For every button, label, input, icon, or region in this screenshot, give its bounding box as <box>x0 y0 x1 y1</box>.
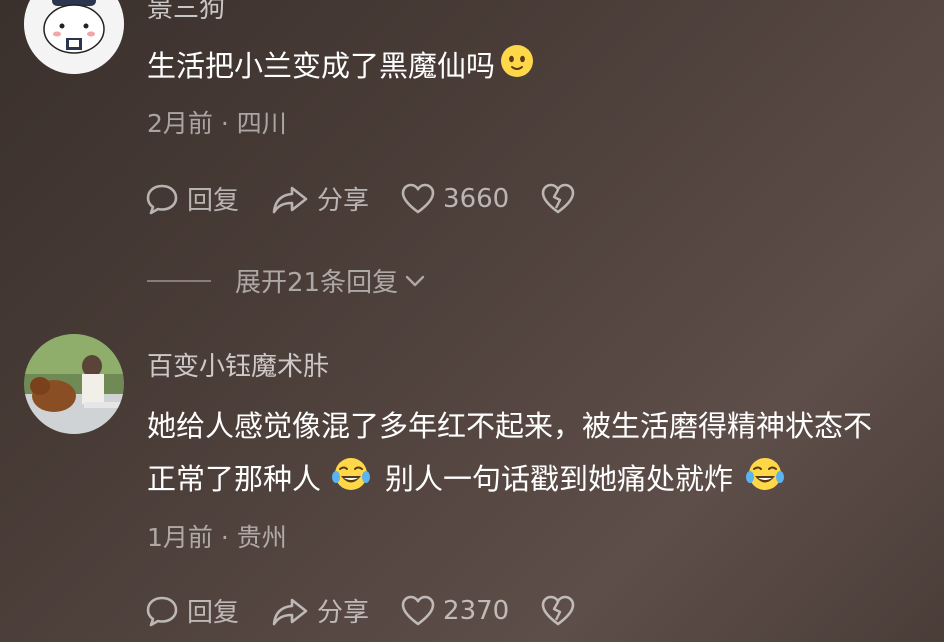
comment-bubble-icon <box>146 184 178 214</box>
share-arrow-icon <box>272 186 308 213</box>
reply-label: 回复 <box>187 186 240 216</box>
avatar[interactable] <box>24 0 124 74</box>
broken-heart-icon <box>541 183 575 213</box>
share-label: 分享 <box>317 186 370 216</box>
reply-button[interactable]: 回复 <box>145 180 239 217</box>
chevron-down-icon <box>405 275 425 286</box>
comment-text: 生活把小兰变成了黑魔仙吗 <box>147 42 539 93</box>
broken-heart-icon <box>541 595 575 625</box>
comment-text-line: 别人一句话戳到她痛处就炸 <box>385 462 734 496</box>
avatar[interactable] <box>24 334 124 434</box>
dislike-button[interactable] <box>541 594 583 628</box>
like-count: 3660 <box>443 183 510 214</box>
heart-icon <box>401 595 435 625</box>
heart-icon <box>401 183 435 213</box>
comment-text-line: 正常了那种人 <box>147 462 322 496</box>
comment-actions: 回复 分享 2370 <box>145 592 615 629</box>
comment-meta: 1月前 · 贵州 <box>147 523 287 552</box>
comment-text-line: 生活把小兰变成了黑魔仙吗 <box>147 49 496 83</box>
username[interactable]: 景三狗 <box>147 0 225 25</box>
like-count: 2370 <box>443 595 510 626</box>
cartoon-cat-icon <box>24 0 124 74</box>
divider <box>147 279 211 282</box>
comment-bubble-icon <box>146 596 178 626</box>
share-arrow-icon <box>272 598 308 625</box>
reply-label: 回复 <box>187 598 240 628</box>
share-label: 分享 <box>317 598 370 628</box>
smile-emoji-icon <box>499 43 535 93</box>
expand-replies-label: 展开21条回复 <box>235 268 399 298</box>
tears-of-joy-emoji-icon <box>745 455 785 507</box>
comment-text-line: 她给人感觉像混了多年红不起来，被生活磨得精神状态不 <box>147 409 873 443</box>
share-button[interactable]: 分享 <box>271 180 369 217</box>
expand-replies[interactable]: 展开21条回复 <box>147 262 428 299</box>
like-button[interactable]: 2370 <box>401 594 509 628</box>
tears-of-joy-emoji-icon <box>331 455 371 507</box>
comment-text: 正常了那种人 别人一句话戳到她痛处就炸 <box>147 455 789 507</box>
username[interactable]: 百变小钰魔术胩 <box>147 346 329 383</box>
comment-meta: 2月前 · 四川 <box>147 109 287 138</box>
share-button[interactable]: 分享 <box>271 592 369 629</box>
dislike-button[interactable] <box>541 182 583 216</box>
comment-actions: 回复 分享 3660 <box>145 180 615 217</box>
like-button[interactable]: 3660 <box>401 182 509 216</box>
photo-avatar-icon <box>24 334 124 434</box>
reply-button[interactable]: 回复 <box>145 592 239 629</box>
